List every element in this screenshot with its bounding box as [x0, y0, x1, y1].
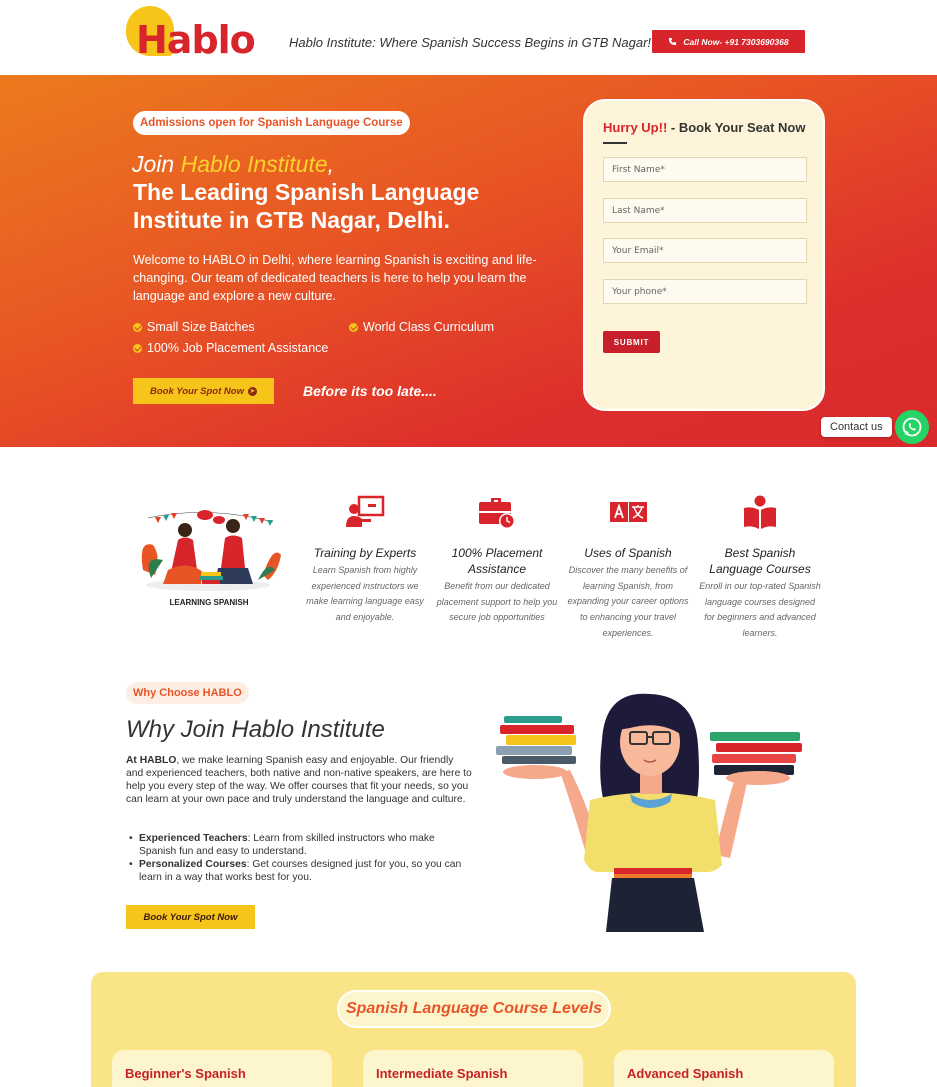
hero-section: Admissions open for Spanish Language Cou…: [0, 75, 937, 447]
form-title: Hurry Up!! - Book Your Seat Now: [603, 120, 805, 135]
book-spot-label: Book Your Spot Now: [150, 385, 244, 397]
arrow-right-icon: ➤: [247, 386, 257, 396]
course-levels-section: Spanish Language Course Levels Beginner'…: [91, 972, 856, 1087]
translate-icon: [610, 502, 647, 522]
hero-feature-3: 100% Job Placement Assistance: [133, 341, 328, 355]
list-item: Experienced Teachers: Learn from skilled…: [126, 832, 472, 858]
whatsapp-button[interactable]: [895, 410, 929, 444]
why-book-spot-button[interactable]: Book Your Spot Now: [126, 905, 255, 929]
form-title-rest: - Book Your Seat Now: [667, 120, 806, 135]
check-icon: [349, 322, 358, 332]
girl-with-books-illustration: [496, 693, 802, 932]
submit-button[interactable]: SUBMIT: [603, 331, 660, 353]
feature-title: Uses of Spanish: [584, 546, 672, 560]
booking-form: Hurry Up!! - Book Your Seat Now First Na…: [583, 99, 825, 411]
level-card-intermediate[interactable]: Intermediate Spanish: [363, 1050, 583, 1087]
form-title-underline: [603, 142, 627, 144]
phone-field[interactable]: Your phone*: [603, 279, 807, 304]
feature-placement: 100% Placement Assistance Benefit from o…: [436, 494, 558, 626]
briefcase-clock-icon: [479, 498, 515, 529]
hero-feature-label: World Class Curriculum: [363, 320, 495, 334]
why-points: Experienced Teachers: Learn from skilled…: [126, 832, 472, 884]
feature-desc: Enroll in our top-rated Spanish language…: [699, 581, 821, 639]
teacher-board-icon: [346, 495, 385, 527]
reader-book-icon: [744, 495, 776, 529]
feature-uses: Uses of Spanish Discover the many benefi…: [567, 494, 689, 642]
last-name-field[interactable]: Last Name*: [603, 198, 807, 223]
course-levels-title: Spanish Language Course Levels: [339, 992, 609, 1026]
logo-text: Hablo: [136, 18, 256, 62]
hero-heading-intro: Join Hablo Institute,: [132, 151, 334, 178]
site-header: Hablo Hablo Institute: Where Spanish Suc…: [0, 0, 937, 75]
hero-institute-name: Hablo Institute: [180, 151, 328, 177]
why-intro: At HABLO, we make learning Spanish easy …: [126, 754, 472, 806]
phone-icon: [669, 37, 677, 46]
hero-feature-label: 100% Job Placement Assistance: [147, 341, 329, 355]
hero-heading: The Leading Spanish Language Institute i…: [133, 179, 480, 233]
level-card-title: Advanced Spanish: [627, 1066, 744, 1081]
first-name-field[interactable]: First Name*: [603, 157, 807, 182]
hero-intro: Welcome to HABLO in Delhi, where learnin…: [133, 253, 537, 303]
why-intro-text: , we make learning Spanish easy and enjo…: [126, 755, 472, 805]
header-tagline: Hablo Institute: Where Spanish Success B…: [289, 35, 652, 50]
feature-desc: Benefit from our dedicated placement sup…: [436, 581, 558, 623]
feature-title: Training by Experts: [313, 546, 417, 560]
level-card-title: Intermediate Spanish: [376, 1066, 508, 1081]
feature-title: Best Spanish Language Courses: [709, 546, 811, 576]
whatsapp-icon: [902, 417, 922, 437]
form-title-highlight: Hurry Up!!: [603, 120, 668, 135]
level-card-beginner[interactable]: Beginner's Spanish: [112, 1050, 332, 1087]
feature-training: Training by Experts Learn Spanish from h…: [304, 494, 426, 626]
why-point-bold: Experienced Teachers: [139, 833, 248, 844]
feature-desc: Learn Spanish from highly experienced in…: [306, 565, 424, 623]
why-point-bold: Personalized Courses: [139, 859, 247, 870]
level-card-title: Beginner's Spanish: [125, 1066, 246, 1081]
feature-desc: Discover the many benefits of learning S…: [567, 565, 689, 638]
admissions-badge: Admissions open for Spanish Language Cou…: [133, 111, 410, 135]
why-intro-bold: At HABLO: [126, 755, 177, 766]
illustration-caption: LEARNING SPANISH: [169, 598, 249, 607]
level-card-advanced[interactable]: Advanced Spanish: [614, 1050, 834, 1087]
hero-feature-label: Small Size Batches: [147, 320, 255, 334]
hero-feature-2: World Class Curriculum: [349, 320, 494, 334]
why-badge: Why Choose HABLO: [126, 682, 249, 704]
check-icon: [133, 343, 142, 353]
learning-spanish-illustration: [141, 510, 281, 591]
urgency-text: Before its too late....: [303, 383, 437, 399]
hero-heading-comma: ,: [327, 151, 335, 177]
logo[interactable]: Hablo: [126, 6, 256, 64]
feature-title: 100% Placement Assistance: [451, 546, 543, 576]
email-field[interactable]: Your Email*: [603, 238, 807, 263]
why-title: Why Join Hablo Institute: [126, 716, 385, 743]
check-icon: [133, 322, 142, 332]
call-now-label: Call Now- +91 7303690368: [683, 36, 789, 47]
feature-courses: Best Spanish Language Courses Enroll in …: [699, 494, 821, 642]
book-spot-button[interactable]: Book Your Spot Now ➤: [133, 378, 274, 404]
hero-feature-1: Small Size Batches: [133, 320, 255, 334]
hero-join-text: Join: [132, 151, 181, 177]
contact-us-label[interactable]: Contact us: [821, 417, 892, 437]
list-item: Personalized Courses: Get courses design…: [126, 858, 472, 884]
call-now-button[interactable]: Call Now- +91 7303690368: [652, 30, 805, 53]
